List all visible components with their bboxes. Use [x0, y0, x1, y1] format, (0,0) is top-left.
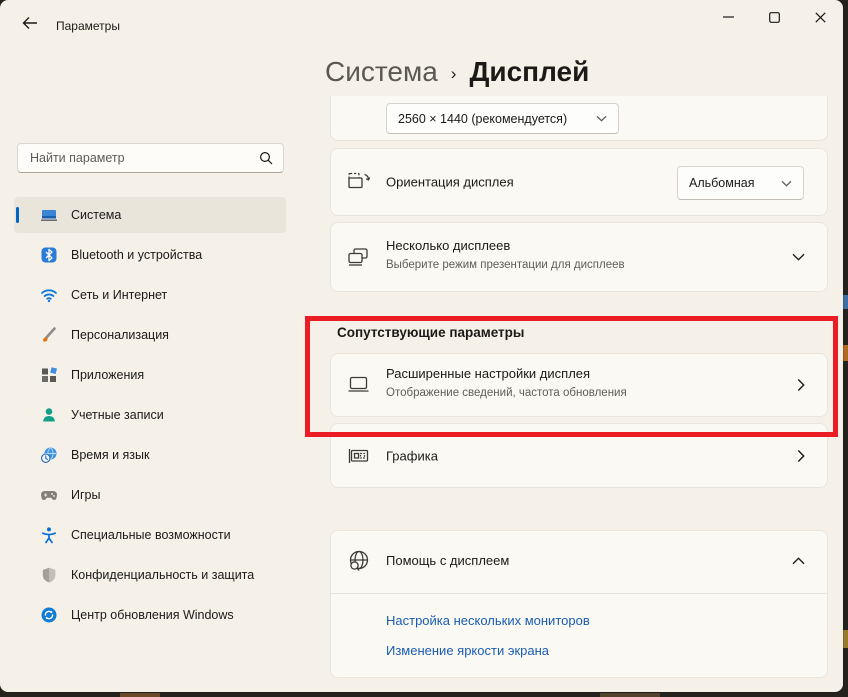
chevron-right-icon[interactable]: [797, 449, 805, 462]
graphics-title: Графика: [386, 448, 438, 463]
breadcrumb-separator: ›: [451, 64, 457, 84]
search-box: [17, 143, 284, 173]
multiple-displays-subtitle: Выберите режим презентации для дисплеев: [386, 259, 625, 271]
close-icon: [815, 12, 826, 23]
multiple-displays-title: Несколько дисплеев: [386, 238, 510, 253]
sidebar-item-label: Центр обновления Windows: [71, 608, 234, 622]
accounts-icon: [40, 406, 58, 424]
maximize-icon: [769, 12, 780, 23]
related-settings-header: Сопутствующие параметры: [337, 325, 524, 340]
multiple-displays-icon: [346, 245, 372, 269]
desktop-edge-fragment: [120, 693, 160, 697]
sidebar-item-label: Игры: [71, 488, 100, 502]
close-button[interactable]: [797, 0, 843, 34]
selection-accent-bar: [16, 207, 19, 223]
desktop-edge-fragment: [843, 630, 848, 648]
orientation-card: Ориентация дисплея Альбомная: [330, 148, 828, 216]
sidebar-item-label: Приложения: [71, 368, 144, 382]
graphics-icon: [346, 444, 372, 468]
sidebar-nav: Система Bluetooth и устройства Сеть: [14, 197, 286, 637]
link-setup-multiple-monitors[interactable]: Настройка нескольких мониторов: [386, 613, 590, 628]
bluetooth-icon: [40, 246, 58, 264]
titlebar: Параметры: [0, 0, 843, 44]
sidebar-item-bluetooth[interactable]: Bluetooth и устройства: [14, 237, 286, 273]
breadcrumb: Система › Дисплей: [325, 56, 589, 88]
sidebar-item-accessibility[interactable]: Специальные возможности: [14, 517, 286, 553]
advanced-display-subtitle: Отображение сведений, частота обновления: [386, 387, 627, 399]
page-title: Дисплей: [469, 56, 589, 88]
multiple-displays-card[interactable]: Несколько дисплеев Выберите режим презен…: [330, 222, 828, 292]
network-icon: [40, 286, 58, 304]
gaming-icon: [40, 486, 58, 504]
sidebar-item-network[interactable]: Сеть и Интернет: [14, 277, 286, 313]
sidebar-item-label: Учетные записи: [71, 408, 164, 422]
help-globe-icon: [346, 549, 372, 573]
link-change-brightness[interactable]: Изменение яркости экрана: [386, 643, 549, 658]
orientation-dropdown-value: Альбомная: [689, 176, 754, 190]
sidebar-item-privacy[interactable]: Конфиденциальность и защита: [14, 557, 286, 593]
graphics-card[interactable]: Графика: [330, 423, 828, 488]
settings-window: Параметры: [0, 0, 843, 692]
sidebar-item-label: Конфиденциальность и защита: [71, 568, 254, 582]
back-button[interactable]: [14, 8, 46, 38]
sidebar-item-label: Персонализация: [71, 328, 169, 342]
resolution-dropdown[interactable]: 2560 × 1440 (рекомендуется): [386, 103, 619, 134]
privacy-icon: [40, 566, 58, 584]
resolution-dropdown-value: 2560 × 1440 (рекомендуется): [398, 112, 567, 126]
orientation-dropdown[interactable]: Альбомная: [677, 166, 804, 200]
desktop-edge-fragment: [843, 345, 848, 361]
maximize-button[interactable]: [751, 0, 797, 34]
display-orientation-icon: [346, 170, 372, 194]
sidebar-item-label: Специальные возможности: [71, 528, 231, 542]
sidebar-item-label: Сеть и Интернет: [71, 288, 167, 302]
personalization-icon: [40, 326, 58, 344]
sidebar-item-apps[interactable]: Приложения: [14, 357, 286, 393]
sidebar-item-label: Система: [71, 208, 121, 222]
breadcrumb-parent[interactable]: Система: [325, 56, 438, 88]
chevron-down-icon: [781, 180, 792, 187]
resolution-card: 2560 × 1440 (рекомендуется): [330, 96, 828, 141]
advanced-display-icon: [346, 373, 372, 397]
apps-icon: [40, 366, 58, 384]
chevron-up-icon[interactable]: [792, 557, 805, 565]
back-arrow-icon: [22, 16, 38, 30]
sidebar-item-windows-update[interactable]: Центр обновления Windows: [14, 597, 286, 633]
advanced-display-title: Расширенные настройки дисплея: [386, 366, 590, 381]
windows-update-icon: [40, 606, 58, 624]
orientation-label: Ориентация дисплея: [386, 175, 514, 190]
sidebar-item-accounts[interactable]: Учетные записи: [14, 397, 286, 433]
minimize-icon: [723, 16, 734, 18]
desktop-edge-fragment: [600, 693, 660, 697]
chevron-down-icon[interactable]: [792, 253, 805, 261]
divider: [331, 593, 827, 594]
help-card-title: Помощь с дисплеем: [386, 553, 509, 568]
desktop-edge-fragment: [843, 295, 848, 309]
chevron-down-icon: [596, 115, 607, 122]
sidebar-item-time-language[interactable]: Время и язык: [14, 437, 286, 473]
time-language-icon: [40, 446, 58, 464]
system-icon: [40, 206, 58, 224]
sidebar-item-system[interactable]: Система: [14, 197, 286, 233]
sidebar-item-label: Bluetooth и устройства: [71, 248, 202, 262]
accessibility-icon: [40, 526, 58, 544]
sidebar-item-label: Время и язык: [71, 448, 150, 462]
help-card: Помощь с дисплеем Настройка нескольких м…: [330, 530, 828, 678]
search-input[interactable]: [18, 151, 259, 165]
app-title: Параметры: [56, 19, 120, 33]
advanced-display-card[interactable]: Расширенные настройки дисплея Отображени…: [330, 353, 828, 417]
sidebar-item-gaming[interactable]: Игры: [14, 477, 286, 513]
caption-buttons: [705, 0, 843, 34]
minimize-button[interactable]: [705, 0, 751, 34]
search-icon[interactable]: [259, 151, 273, 165]
chevron-right-icon[interactable]: [797, 379, 805, 392]
sidebar-item-personalization[interactable]: Персонализация: [14, 317, 286, 353]
